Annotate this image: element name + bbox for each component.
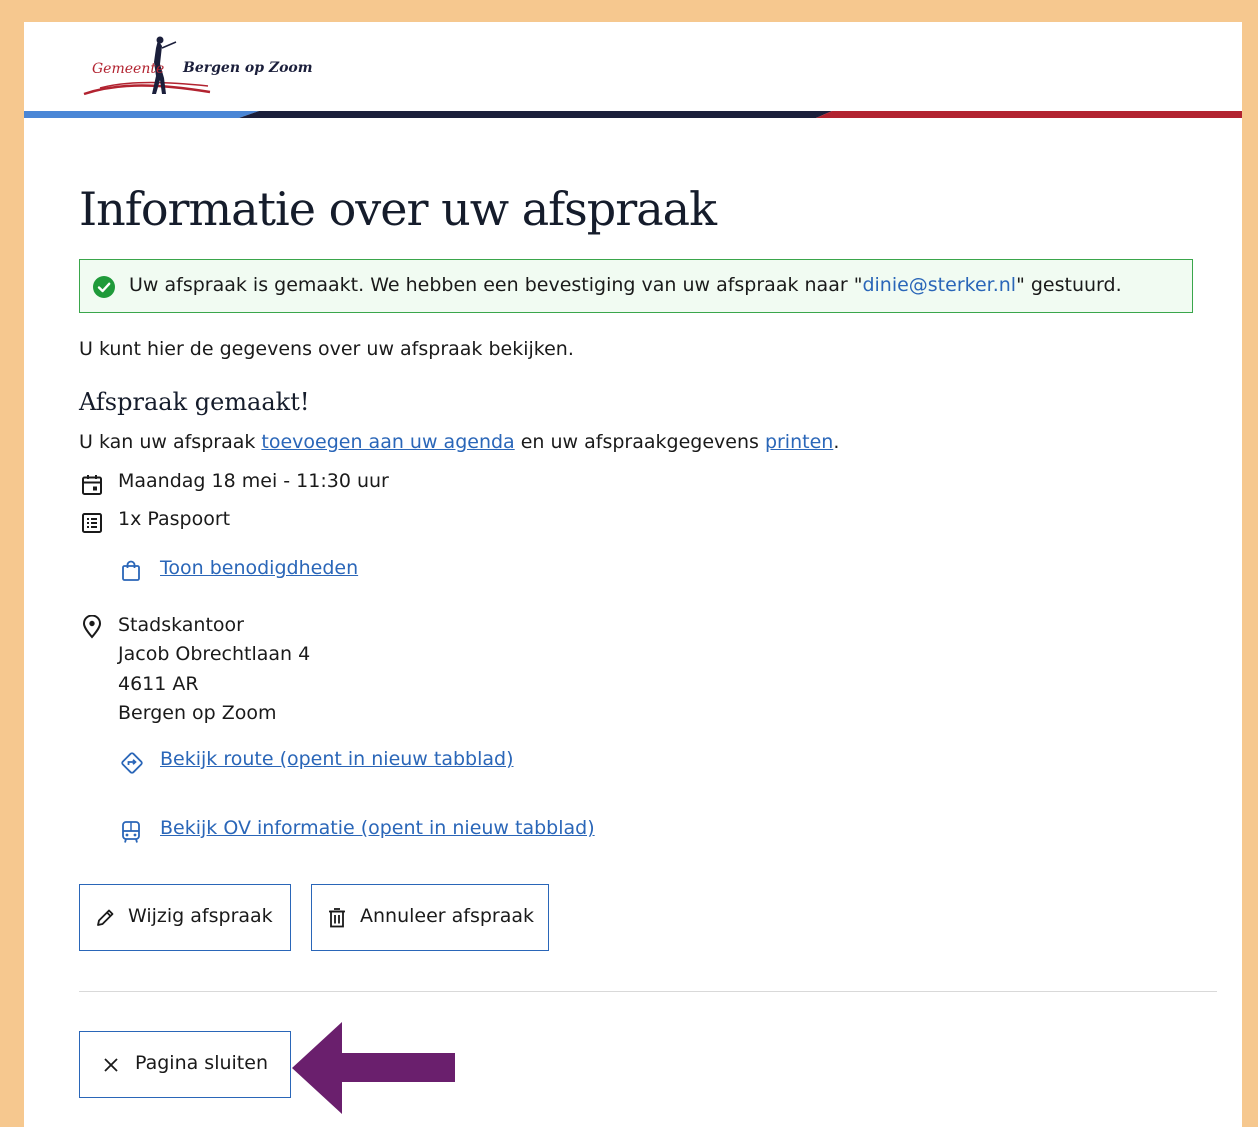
location-city: Bergen op Zoom [118,701,277,724]
alert-prefix: Uw afspraak is gemaakt. We hebben een be… [129,274,863,296]
directions-icon [121,752,143,774]
close-page-button[interactable]: Pagina sluiten [79,1031,291,1098]
show-requirements-link-text[interactable]: Toon benodigdheden [160,557,358,579]
calendar-icon [82,475,102,495]
location-address: Stadskantoor Jacob Obrechtlaan 4 4611 AR… [118,611,310,728]
add-line-prefix: U kan uw afspraak [79,431,262,453]
section-divider [79,991,1217,992]
success-alert: Uw afspraak is gemaakt. We hebben een be… [79,259,1193,313]
appointment-datetime-text: Maandag 18 mei - 11:30 uur [118,470,389,492]
page-frame: Gemeente Bergen op Zoom Informatie over … [24,22,1242,1127]
logo-text-bergen-op-zoom: Bergen op Zoom [183,60,313,76]
close-page-label: Pagina sluiten [135,1052,268,1074]
confirmation-heading: Afspraak gemaakt! [79,388,310,416]
check-circle-icon [93,276,115,298]
cancel-appointment-button[interactable]: Annuleer afspraak [311,884,549,951]
trash-icon [329,908,345,928]
public-transport-link-text[interactable]: Bekijk OV informatie (opent in nieuw tab… [160,817,595,839]
municipality-logo[interactable]: Gemeente Bergen op Zoom [80,34,320,100]
location-postcode: 4611 AR [118,672,199,695]
site-header: Gemeente Bergen op Zoom [24,22,1242,118]
intro-text: U kunt hier de gegevens over uw afspraak… [79,338,574,360]
alert-suffix: " gestuurd. [1016,274,1122,296]
location-pin-icon [82,615,102,639]
add-line-suffix: . [833,431,840,453]
location-name: Stadskantoor [118,614,244,636]
page-title: Informatie over uw afspraak [79,182,717,236]
alert-message: Uw afspraak is gemaakt. We hebben een be… [129,274,1122,296]
edit-appointment-label: Wijzig afspraak [128,905,273,927]
add-line-middle: en uw afspraakgegevens [514,431,765,453]
annotation-arrow-icon [292,1022,455,1114]
print-link[interactable]: printen [765,431,833,453]
appointment-product-text: 1x Paspoort [118,508,231,530]
pencil-icon [97,909,114,926]
shopping-bag-icon [122,560,140,581]
edit-appointment-button[interactable]: Wijzig afspraak [79,884,291,951]
logo-text-gemeente: Gemeente [92,61,165,77]
bus-icon [122,821,140,843]
header-color-stripe [24,111,1242,118]
alert-email: dinie@sterker.nl [862,274,1017,296]
route-link-text[interactable]: Bekijk route (opent in nieuw tabblad) [160,748,514,770]
location-street: Jacob Obrechtlaan 4 [118,643,311,666]
list-icon [82,513,102,533]
close-icon [104,1058,118,1072]
cancel-appointment-label: Annuleer afspraak [360,905,535,927]
add-to-calendar-link[interactable]: toevoegen aan uw agenda [261,431,514,453]
add-to-calendar-line: U kan uw afspraak toevoegen aan uw agend… [79,431,839,453]
